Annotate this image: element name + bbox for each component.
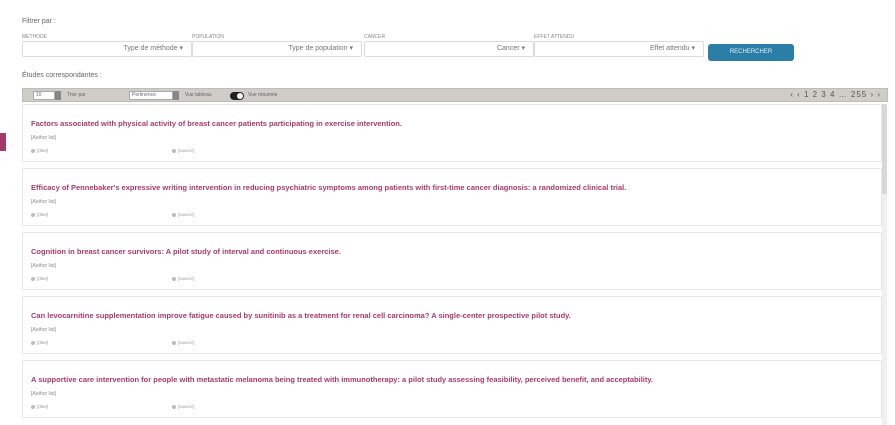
toggle-label-left: Vue tableau: [185, 92, 212, 98]
population-select[interactable]: Type de population ▾: [192, 41, 362, 57]
item-date: [date]: [31, 404, 48, 409]
filter-cancer-label: CANCER: [364, 34, 386, 40]
item-authors: [Author list]: [31, 327, 57, 333]
filter-population: POPULATION Type de population ▾: [192, 33, 362, 63]
item-date: [date]: [31, 212, 48, 217]
search-button[interactable]: RECHERCHER: [708, 44, 794, 61]
results-list: Factors associated with physical activit…: [22, 104, 882, 425]
item-source-value[interactable]: [source]: [178, 404, 194, 409]
calendar-icon: [31, 212, 35, 217]
pagination[interactable]: ‹ ‹ 1 2 3 4 … 255 › ›: [790, 90, 881, 99]
link-icon: [172, 276, 176, 281]
filter-population-label: POPULATION: [192, 34, 224, 40]
filter-cancer: CANCER Cancer ▾: [364, 33, 534, 63]
effect-select[interactable]: Effet attendu ▾: [534, 41, 704, 57]
item-date-value: [date]: [37, 148, 49, 153]
item-date: [date]: [31, 148, 48, 153]
item-date: [date]: [31, 276, 48, 281]
sort-dropdown-icon[interactable]: [173, 91, 179, 100]
calendar-icon: [31, 276, 35, 281]
item-authors: [Author list]: [31, 199, 57, 205]
item-date-value: [date]: [37, 212, 49, 217]
item-authors: [Author list]: [31, 391, 57, 397]
item-date-value: [date]: [37, 404, 49, 409]
list-item[interactable]: Factors associated with physical activit…: [22, 104, 882, 162]
item-source: [source]: [172, 340, 194, 345]
item-authors: [Author list]: [31, 135, 57, 141]
toggle-label-right: Vue résumée: [248, 92, 278, 98]
item-title[interactable]: Efficacy of Pennebaker's expressive writ…: [31, 183, 876, 192]
view-toggle[interactable]: [230, 92, 244, 100]
scrollbar-thumb[interactable]: [882, 104, 887, 194]
list-item[interactable]: Efficacy of Pennebaker's expressive writ…: [22, 168, 882, 226]
item-source-value[interactable]: [source]: [178, 148, 194, 153]
results-title: Études correspondantes :: [22, 72, 102, 79]
filter-effect: EFFET ATTENDU Effet attendu ▾: [534, 33, 704, 63]
results-toolbar: 10 Trier par Pertinence Vue tableau Vue …: [22, 88, 888, 102]
link-icon: [172, 148, 176, 153]
side-marker: [0, 133, 6, 151]
cancer-select[interactable]: Cancer ▾: [364, 41, 534, 57]
list-item[interactable]: Cognition in breast cancer survivors: A …: [22, 232, 882, 290]
list-item[interactable]: Can levocarnitine supplementation improv…: [22, 296, 882, 354]
link-icon: [172, 404, 176, 409]
item-source: [source]: [172, 276, 194, 281]
page-size-dropdown-icon[interactable]: [55, 91, 61, 100]
sort-select[interactable]: Pertinence: [129, 91, 173, 100]
calendar-icon: [31, 340, 35, 345]
filter-title: Filtrer par :: [22, 18, 56, 25]
link-icon: [172, 212, 176, 217]
list-item[interactable]: A supportive care intervention for peopl…: [22, 360, 882, 418]
item-source: [source]: [172, 148, 194, 153]
results-scrollbar[interactable]: [882, 104, 887, 425]
filter-effect-label: EFFET ATTENDU: [534, 34, 575, 40]
item-title[interactable]: Factors associated with physical activit…: [31, 119, 876, 128]
item-source: [source]: [172, 212, 194, 217]
item-title[interactable]: Can levocarnitine supplementation improv…: [31, 311, 876, 320]
item-source-value[interactable]: [source]: [178, 276, 194, 281]
link-icon: [172, 340, 176, 345]
calendar-icon: [31, 148, 35, 153]
method-select[interactable]: Type de méthode ▾: [22, 41, 192, 57]
item-title[interactable]: A supportive care intervention for peopl…: [31, 375, 876, 384]
item-source-value[interactable]: [source]: [178, 340, 194, 345]
item-source: [source]: [172, 404, 194, 409]
item-date-value: [date]: [37, 276, 49, 281]
toggle-knob: [237, 93, 243, 99]
filter-method: METHODE Type de méthode ▾: [22, 33, 192, 63]
sort-label: Trier par: [67, 92, 86, 98]
filter-panel: METHODE Type de méthode ▾ POPULATION Typ…: [22, 33, 817, 63]
item-source-value[interactable]: [source]: [178, 212, 194, 217]
calendar-icon: [31, 404, 35, 409]
item-title[interactable]: Cognition in breast cancer survivors: A …: [31, 247, 876, 256]
item-date: [date]: [31, 340, 48, 345]
page-size-select[interactable]: 10: [33, 91, 55, 100]
filter-method-label: METHODE: [22, 34, 47, 40]
item-date-value: [date]: [37, 340, 49, 345]
item-authors: [Author list]: [31, 263, 57, 269]
